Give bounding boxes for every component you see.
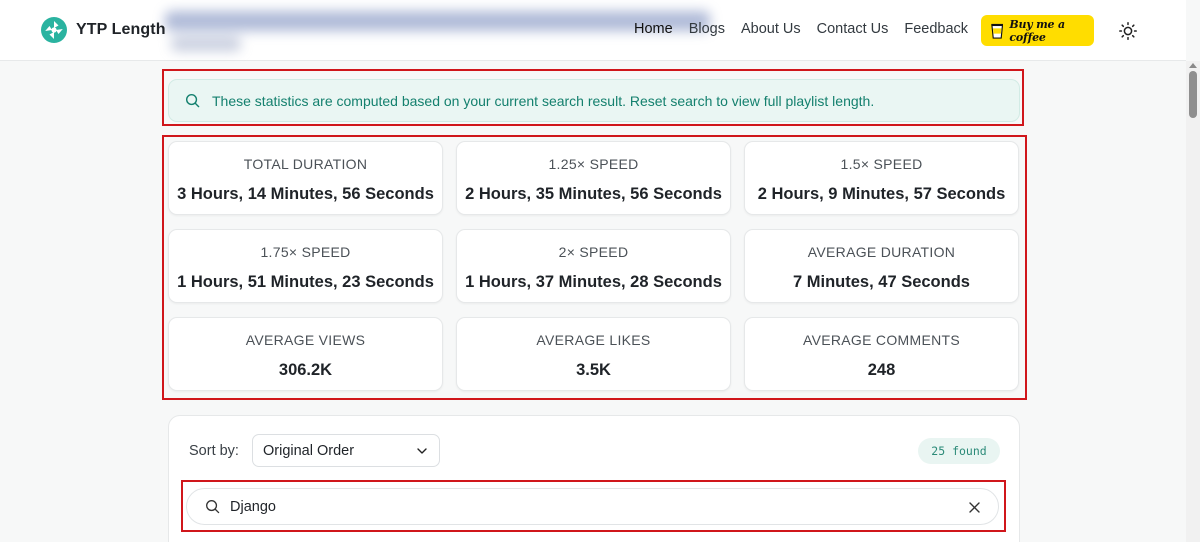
search-icon: [206, 500, 220, 514]
stat-value: 306.2K: [278, 361, 333, 379]
stat-card-average-duration: AVERAGE DURATION 7 Minutes, 47 Seconds: [744, 229, 1019, 303]
stat-label: AVERAGE LIKES: [536, 332, 651, 348]
nav-home[interactable]: Home: [634, 21, 673, 37]
stat-label: TOTAL DURATION: [243, 156, 368, 172]
buy-me-a-coffee-button[interactable]: Buy me a coffee: [981, 15, 1094, 46]
blurred-playlist-title: [165, 9, 710, 53]
stat-label: AVERAGE COMMENTS: [802, 332, 960, 348]
scroll-up-arrow-icon[interactable]: [1189, 63, 1197, 68]
stat-card-average-likes: AVERAGE LIKES 3.5K: [456, 317, 731, 391]
chevron-down-icon: [417, 448, 427, 454]
stat-value: 1 Hours, 51 Minutes, 23 Seconds: [177, 273, 434, 291]
search-icon: [185, 93, 200, 108]
video-search-input[interactable]: [230, 498, 930, 515]
sort-selected-value: Original Order: [263, 442, 355, 459]
stat-card-average-comments: AVERAGE COMMENTS 248: [744, 317, 1019, 391]
coffee-cup-icon: [991, 23, 1004, 39]
page-scrollbar[interactable]: [1186, 61, 1200, 542]
stat-card-average-views: AVERAGE VIEWS 306.2K: [168, 317, 443, 391]
sort-order-select[interactable]: Original Order: [252, 434, 440, 467]
stat-value: 248: [867, 361, 896, 379]
nav-blogs[interactable]: Blogs: [689, 21, 725, 37]
stat-card-speed-1-25: 1.25× SPEED 2 Hours, 35 Minutes, 56 Seco…: [456, 141, 731, 215]
stat-label: 2× SPEED: [558, 244, 629, 260]
coffee-label: Buy me a coffee: [1009, 17, 1065, 44]
logo-shutter-icon: [41, 17, 67, 43]
top-navbar: YTP Length Home Blogs About Us Contact U…: [0, 0, 1186, 61]
stat-value: 1 Hours, 37 Minutes, 28 Seconds: [465, 273, 722, 291]
brand-name: YTP Length: [76, 21, 166, 38]
stat-value: 3 Hours, 14 Minutes, 56 Seconds: [177, 185, 434, 203]
stat-value: 2 Hours, 9 Minutes, 57 Seconds: [757, 185, 1006, 203]
nav-feedback[interactable]: Feedback: [904, 21, 968, 37]
main-nav: Home Blogs About Us Contact Us Feedback: [634, 21, 984, 37]
stat-label: 1.75× SPEED: [260, 244, 351, 260]
stat-card-speed-2: 2× SPEED 1 Hours, 37 Minutes, 28 Seconds: [456, 229, 731, 303]
notice-text: These statistics are computed based on y…: [212, 92, 875, 109]
stat-label: AVERAGE VIEWS: [245, 332, 366, 348]
video-list-panel: Sort by: Original Order 25 found: [168, 415, 1020, 542]
stat-value: 2 Hours, 35 Minutes, 56 Seconds: [465, 185, 722, 203]
nav-contact-us[interactable]: Contact Us: [817, 21, 889, 37]
nav-about-us[interactable]: About Us: [741, 21, 801, 37]
stat-card-speed-1-75: 1.75× SPEED 1 Hours, 51 Minutes, 23 Seco…: [168, 229, 443, 303]
close-icon[interactable]: [969, 502, 980, 513]
stat-label: AVERAGE DURATION: [807, 244, 956, 260]
video-search-box: [186, 488, 999, 525]
stat-label: 1.25× SPEED: [548, 156, 639, 172]
stat-label: 1.5× SPEED: [840, 156, 923, 172]
stat-value: 3.5K: [576, 361, 611, 379]
scroll-thumb[interactable]: [1189, 71, 1197, 118]
sun-icon[interactable]: [1118, 21, 1138, 41]
sort-label: Sort by:: [189, 443, 239, 459]
results-count-badge: 25 found: [918, 438, 1000, 464]
stat-value: 7 Minutes, 47 Seconds: [793, 273, 970, 291]
search-stats-notice: These statistics are computed based on y…: [168, 79, 1020, 122]
brand-logo[interactable]: YTP Length: [40, 16, 166, 44]
stat-card-speed-1-5: 1.5× SPEED 2 Hours, 9 Minutes, 57 Second…: [744, 141, 1019, 215]
stat-card-total-duration: TOTAL DURATION 3 Hours, 14 Minutes, 56 S…: [168, 141, 443, 215]
